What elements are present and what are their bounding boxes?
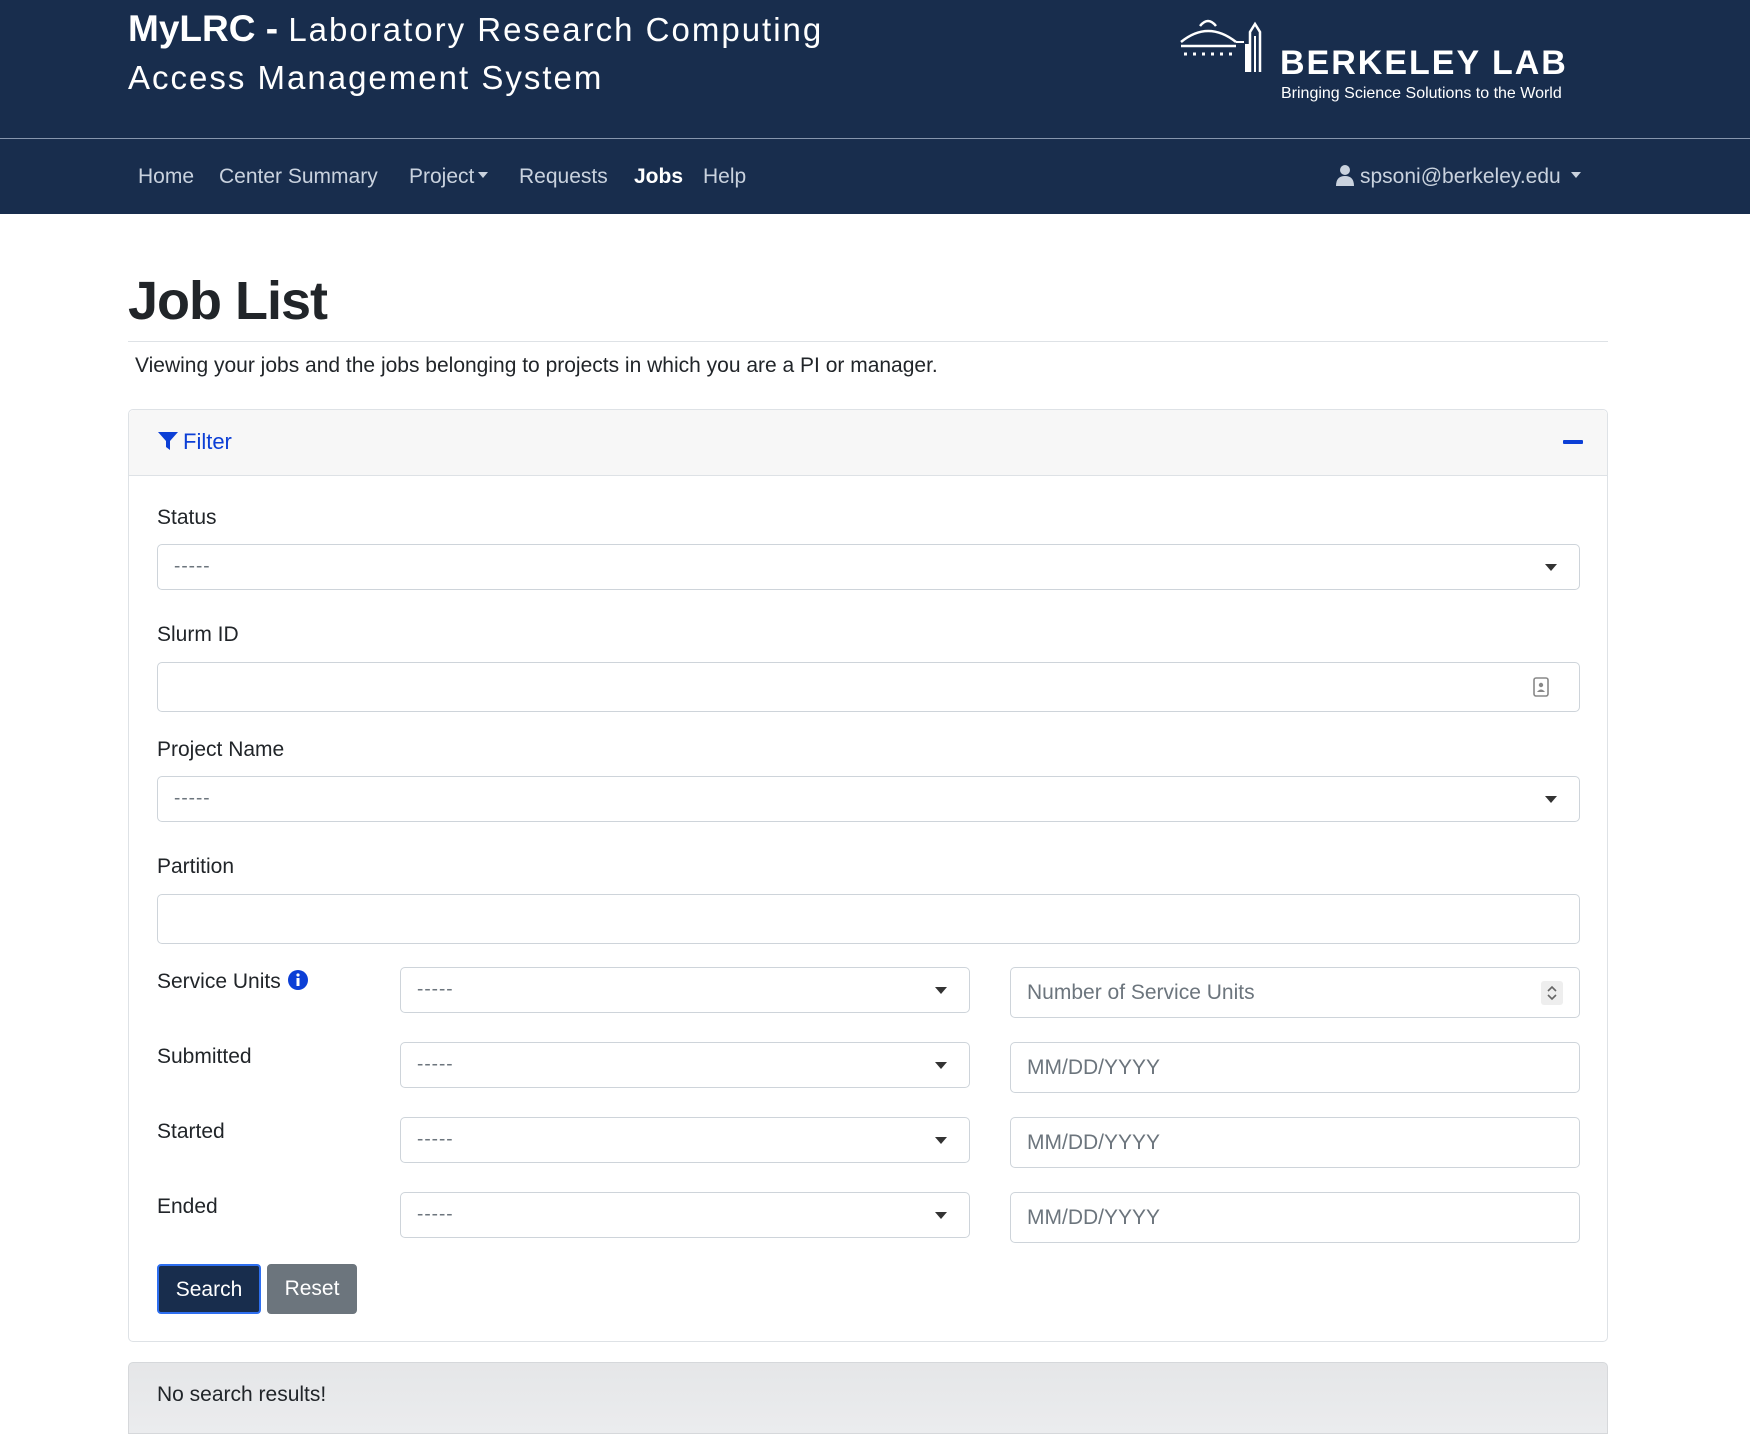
ended-operator: ----- (417, 1204, 454, 1225)
ended-date-input[interactable]: MM/DD/YYYY (1010, 1192, 1580, 1243)
service-units-label: Service Units (157, 968, 309, 996)
caret-down-icon (1545, 564, 1557, 571)
caret-down-icon (1570, 172, 1581, 179)
service-units-placeholder: Number of Service Units (1027, 980, 1255, 1004)
user-icon (1336, 165, 1354, 187)
results-panel: No search results! (128, 1362, 1608, 1434)
app-name: MyLRC - (128, 8, 279, 49)
filter-card: Filter Status ----- Slurm ID Project Nam… (128, 409, 1608, 1342)
info-icon[interactable] (287, 969, 309, 991)
status-select[interactable]: ----- (157, 544, 1580, 590)
collapse-minus-icon[interactable] (1563, 436, 1583, 448)
nav-requests[interactable]: Requests (519, 139, 608, 214)
project-name-selected: ----- (174, 788, 211, 809)
berkeley-lab-logo[interactable]: BERKELEY LAB Bringing Science Solutions … (1178, 14, 1578, 114)
logo-name: BERKELEY LAB (1280, 44, 1568, 82)
caret-down-icon (1545, 796, 1557, 803)
caret-down-icon (935, 1137, 947, 1144)
status-selected: ----- (174, 556, 211, 577)
service-units-operator: ----- (417, 979, 454, 1000)
berkeley-lab-logo-icon (1180, 19, 1262, 72)
started-operator-select[interactable]: ----- (400, 1117, 970, 1163)
filter-card-header: Filter (129, 410, 1607, 476)
started-date-placeholder: MM/DD/YYYY (1027, 1130, 1161, 1154)
partition-input[interactable] (157, 894, 1580, 944)
submitted-operator: ----- (417, 1054, 454, 1075)
app-brand[interactable]: MyLRC - Laboratory Research Computing Ac… (128, 4, 823, 101)
nav-project-label: Project (409, 165, 475, 188)
caret-down-icon (478, 172, 489, 179)
contact-card-icon (1533, 677, 1549, 697)
no-results-message: No search results! (157, 1383, 327, 1406)
user-menu[interactable]: spsoni@berkeley.edu (1336, 139, 1581, 214)
caret-down-icon (935, 987, 947, 994)
service-units-operator-select[interactable]: ----- (400, 967, 970, 1013)
nav-help[interactable]: Help (703, 139, 746, 214)
nav-center-summary[interactable]: Center Summary (219, 139, 378, 214)
filter-toggle[interactable]: Filter (157, 427, 232, 457)
main-navbar: Home Center Summary Project Requests Job… (0, 139, 1750, 214)
search-button[interactable]: Search (157, 1264, 261, 1314)
submitted-label: Submitted (157, 1045, 252, 1068)
app-subtitle-line1: Laboratory Research Computing (288, 11, 824, 48)
slurm-id-label: Slurm ID (157, 623, 239, 646)
filter-icon (158, 432, 178, 451)
service-units-input[interactable]: Number of Service Units (1010, 967, 1580, 1018)
status-label: Status (157, 506, 217, 529)
started-date-input[interactable]: MM/DD/YYYY (1010, 1117, 1580, 1168)
ended-operator-select[interactable]: ----- (400, 1192, 970, 1238)
reset-button[interactable]: Reset (267, 1264, 357, 1314)
caret-down-icon (935, 1212, 947, 1219)
project-name-label: Project Name (157, 738, 285, 761)
nav-jobs[interactable]: Jobs (634, 139, 683, 214)
caret-down-icon (935, 1062, 947, 1069)
project-name-select[interactable]: ----- (157, 776, 1580, 822)
site-header: MyLRC - Laboratory Research Computing Ac… (0, 0, 1750, 138)
number-spinner[interactable] (1541, 980, 1563, 1005)
app-subtitle-line2: Access Management System (128, 59, 604, 96)
ended-date-placeholder: MM/DD/YYYY (1027, 1205, 1161, 1229)
page-title: Job List (128, 271, 328, 331)
partition-label: Partition (157, 855, 235, 878)
page-subtitle: Viewing your jobs and the jobs belonging… (135, 354, 938, 377)
started-operator: ----- (417, 1129, 454, 1150)
nav-home[interactable]: Home (138, 139, 194, 214)
submitted-date-input[interactable]: MM/DD/YYYY (1010, 1042, 1580, 1093)
submitted-operator-select[interactable]: ----- (400, 1042, 970, 1088)
logo-tagline: Bringing Science Solutions to the World (1281, 85, 1562, 102)
spinner-arrows-icon (1547, 985, 1557, 1000)
title-divider (128, 341, 1608, 342)
submitted-date-placeholder: MM/DD/YYYY (1027, 1055, 1161, 1079)
filter-label: Filter (183, 429, 232, 454)
ended-label: Ended (157, 1195, 218, 1218)
service-units-label-text: Service Units (157, 970, 281, 993)
slurm-id-input[interactable] (157, 662, 1580, 712)
user-email: spsoni@berkeley.edu (1360, 165, 1561, 188)
nav-project-dropdown[interactable]: Project (409, 139, 489, 214)
started-label: Started (157, 1120, 225, 1143)
